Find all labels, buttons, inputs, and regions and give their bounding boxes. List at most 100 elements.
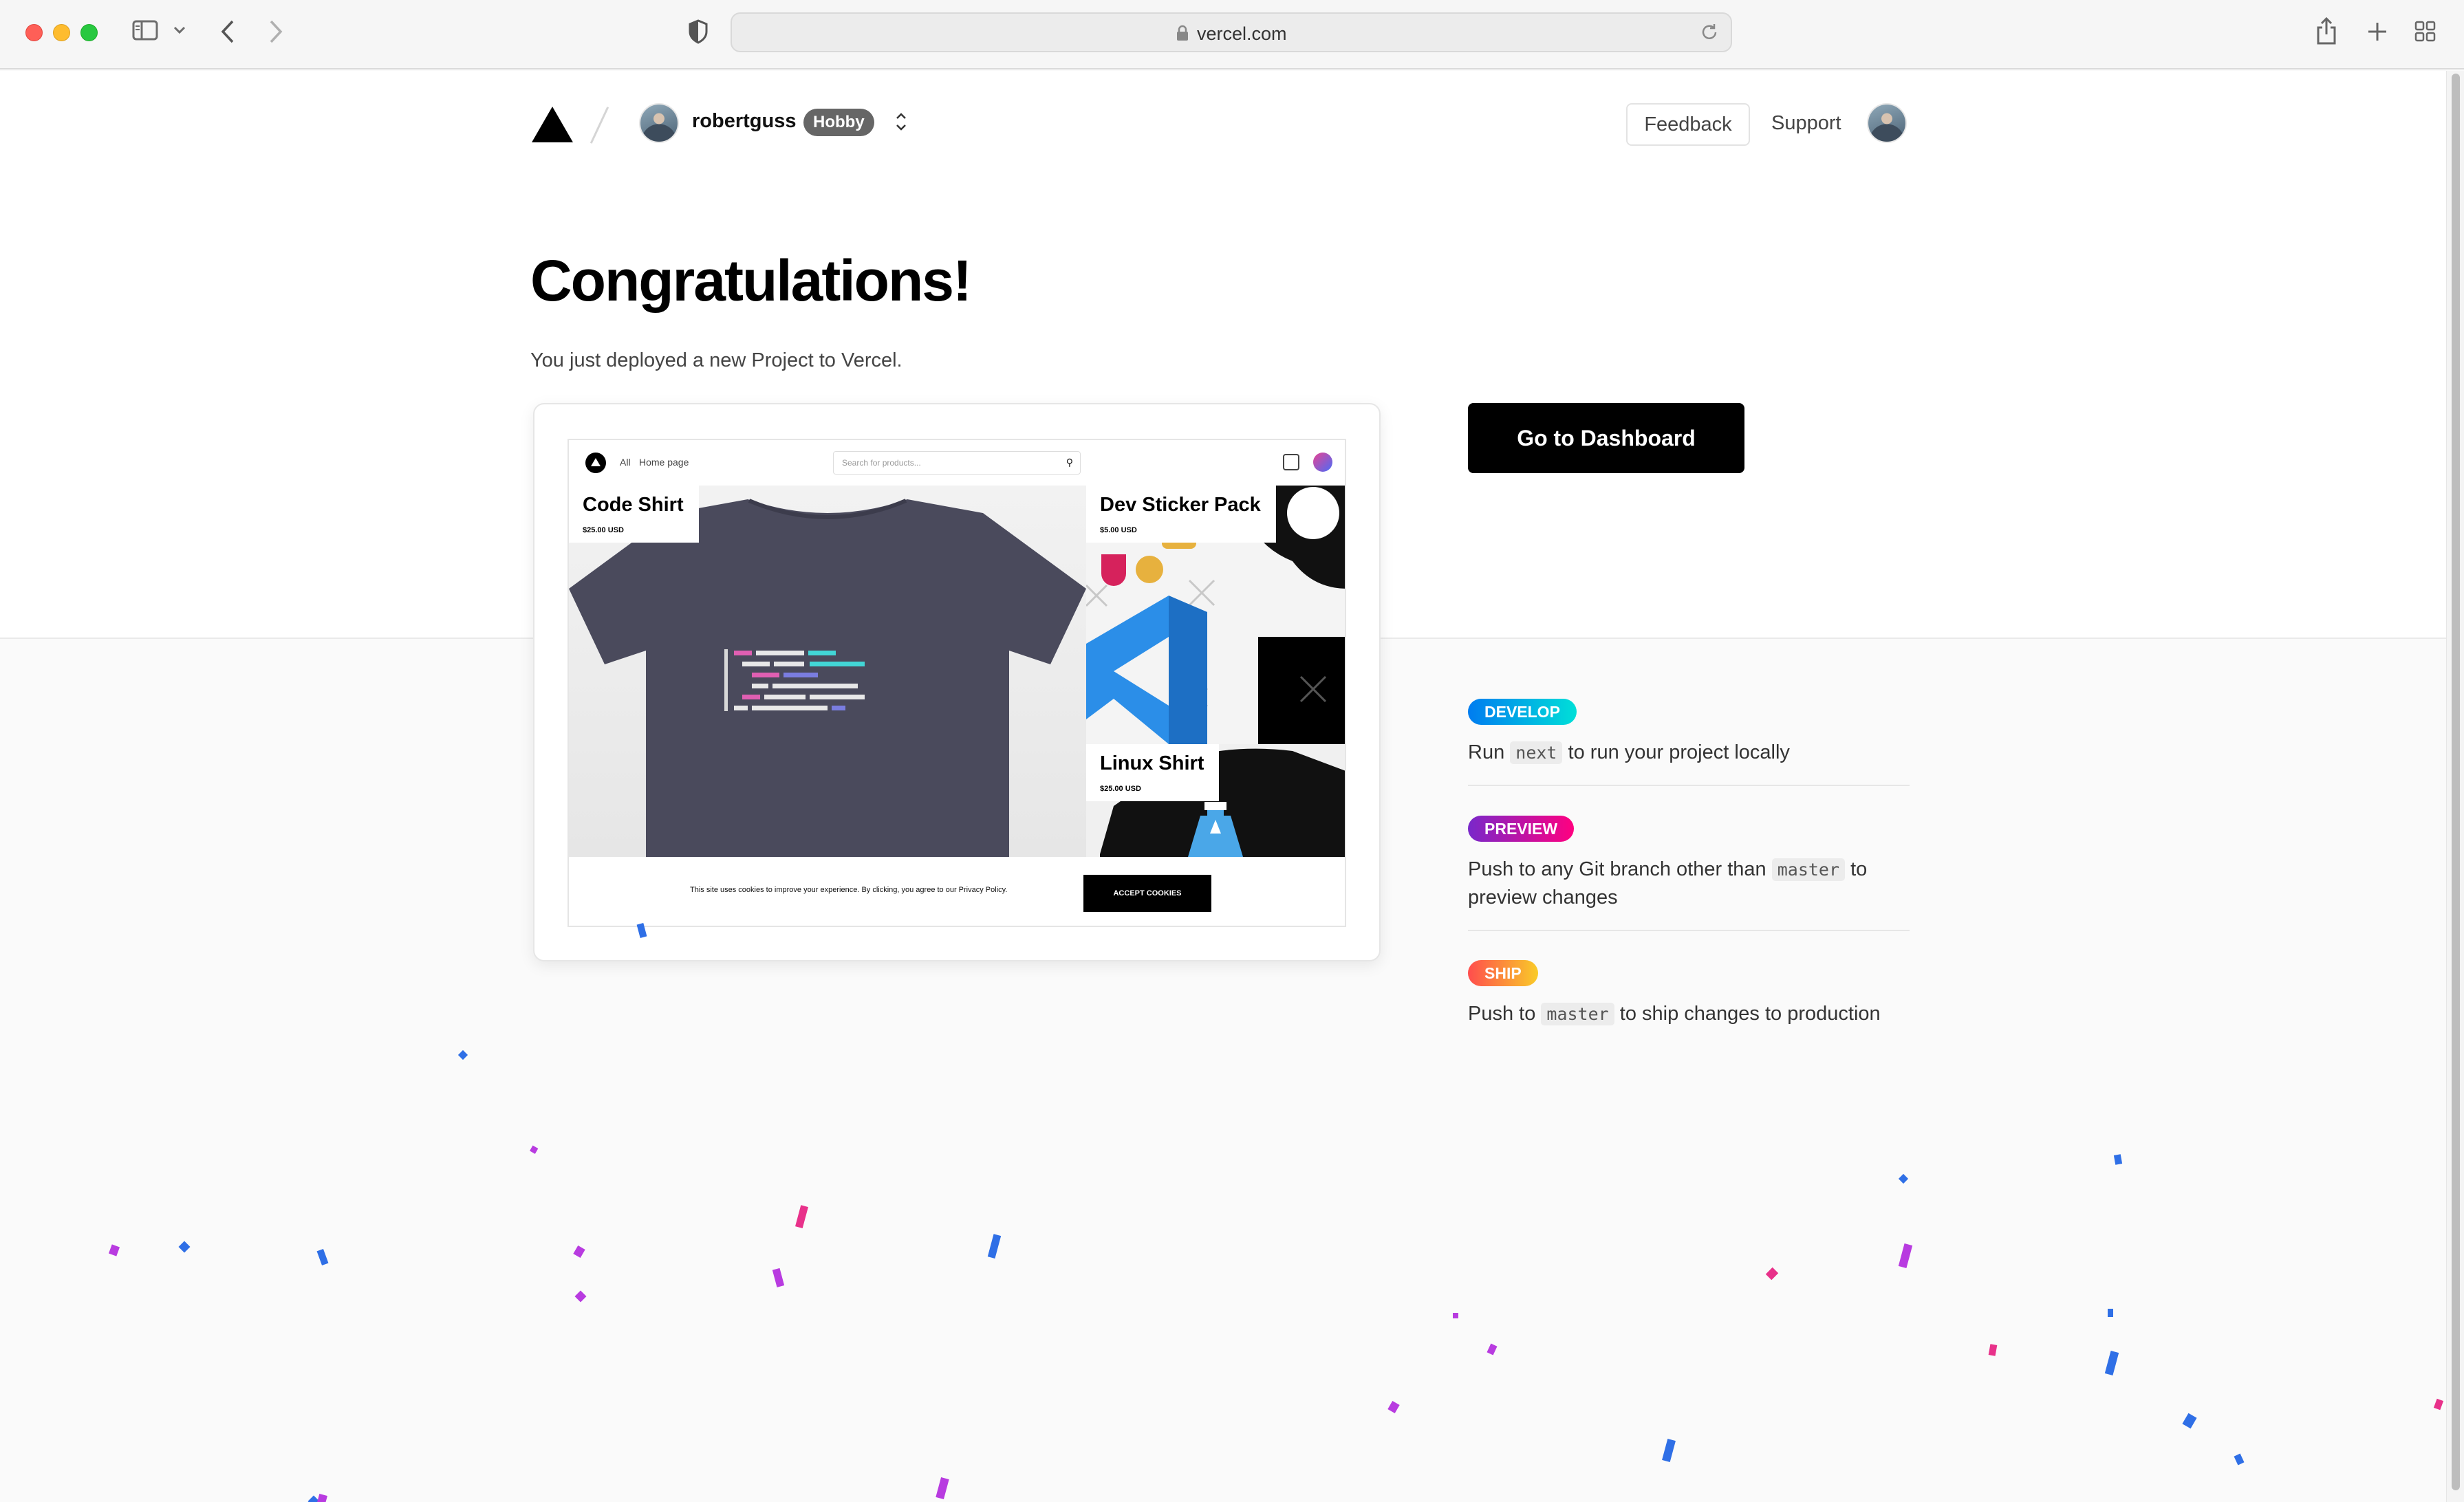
confetti-piece [795,1205,808,1229]
confetti-piece [1988,1344,1998,1356]
reload-icon[interactable] [1699,22,1720,46]
sidebar-toggle-icon[interactable] [132,19,160,41]
preview-badge: PREVIEW [1468,816,1575,842]
preview-nav-all: All [620,457,631,468]
step-develop: DEVELOP Run next to run your project loc… [1468,699,1908,767]
confetti-piece [772,1267,785,1287]
lock-icon [1176,25,1189,45]
cookie-text: This site uses cookies to improve your e… [690,886,1008,894]
confetti-piece [108,1244,120,1256]
confetti-piece [1898,1173,1909,1184]
code-snippet: master [1771,858,1846,881]
confetti-piece [2113,1154,2123,1165]
close-window-button[interactable] [25,24,43,41]
product-price: $25.00 USD [583,526,624,534]
confetti-piece [2234,1453,2245,1466]
product-tile-sticker-pack: Dev Sticker Pack $5.00 USD [1086,486,1345,744]
step-preview: PREVIEW Push to any Git branch other tha… [1468,816,1908,912]
product-name: Dev Sticker Pack [1100,494,1261,516]
preview-search-input: Search for products... ⚲ [833,451,1081,475]
support-link[interactable]: Support [1771,112,1841,135]
feedback-button[interactable]: Feedback [1626,103,1750,146]
zoom-window-button[interactable] [80,24,98,41]
team-switcher-chevrons-icon[interactable] [893,111,909,133]
preview-avatar [1313,453,1332,472]
code-snippet: master [1541,1003,1614,1025]
product-label: Code Shirt $25.00 USD [569,486,699,543]
plan-badge: Hobby [803,109,874,136]
confetti-piece [307,1495,320,1502]
divider [1468,930,1910,931]
step-text: to run your project locally [1562,741,1790,763]
confetti-piece [1487,1343,1498,1356]
team-avatar [639,103,679,143]
back-arrow-icon[interactable] [220,19,235,44]
url-text: vercel.com [1197,23,1287,44]
address-bar[interactable]: vercel.com [731,12,1732,52]
page-scrollbar[interactable] [2446,71,2464,1502]
go-to-dashboard-button[interactable]: Go to Dashboard [1468,403,1744,473]
confetti-piece [1662,1438,1676,1463]
store-logo-icon [585,453,606,473]
vercel-logo-icon[interactable] [532,107,573,142]
product-label: Linux Shirt $25.00 USD [1086,744,1220,801]
confetti-piece [2182,1413,2197,1429]
confetti-piece [1898,1243,1913,1268]
step-text: Run [1468,741,1511,763]
confetti-piece [457,1049,468,1060]
cookie-banner: This site uses cookies to improve your e… [569,857,1345,926]
product-tile-code-shirt: Code Shirt $25.00 USD [569,486,1086,857]
new-tab-plus-icon[interactable] [2366,21,2388,43]
step-ship: SHIP Push to master to ship changes to p… [1468,960,1908,1028]
deployment-preview-card[interactable]: All Home page Search for products... ⚲ C… [533,403,1381,961]
confetti-piece [987,1234,1002,1259]
code-snippet: next [1510,741,1563,764]
product-name: Linux Shirt [1100,752,1204,774]
product-name: Code Shirt [583,494,684,516]
page-subtitle: You just deployed a new Project to Verce… [530,349,903,371]
confetti-piece [1387,1400,1400,1414]
chevron-down-icon[interactable] [173,26,186,34]
confetti-piece [314,1493,327,1502]
deployment-screenshot: All Home page Search for products... ⚲ C… [568,439,1346,927]
product-price: $5.00 USD [1100,526,1137,534]
ship-badge: SHIP [1468,960,1538,986]
minimize-window-button[interactable] [53,24,70,41]
confetti-piece [2104,1351,2119,1375]
confetti-piece [1453,1313,1458,1318]
develop-description: Run next to run your project locally [1468,739,1908,767]
page-content: robertguss Hobby Feedback Support Congra… [0,71,2446,1502]
confetti-piece [2108,1309,2113,1317]
search-icon: ⚲ [1066,457,1073,468]
preview-search-placeholder: Search for products... [842,458,921,468]
browser-toolbar: vercel.com [0,0,2464,69]
step-text: Push to any Git branch other than [1468,858,1772,880]
page-title: Congratulations! [530,248,972,313]
tab-overview-icon[interactable] [2414,21,2436,43]
confetti-piece [2433,1398,2444,1411]
develop-badge: DEVELOP [1468,699,1577,725]
cart-icon [1283,454,1299,470]
divider [1468,785,1910,786]
preview-nav-home: Home page [639,457,689,468]
accept-cookies-button: ACCEPT COOKIES [1083,875,1211,912]
share-icon[interactable] [2315,17,2337,45]
user-avatar[interactable] [1867,103,1907,143]
confetti-piece [574,1290,587,1303]
forward-arrow-icon[interactable] [268,19,283,44]
preview-navbar: All Home page Search for products... ⚲ [569,440,1345,486]
product-tile-linux-shirt: Linux Shirt $25.00 USD [1086,744,1345,857]
confetti-pieces [108,923,2444,1502]
step-text: Push to [1468,1003,1542,1025]
confetti-piece [573,1245,585,1259]
privacy-shield-icon[interactable] [688,19,709,44]
ship-description: Push to master to ship changes to produc… [1468,1000,1908,1028]
confetti-piece [530,1145,539,1154]
confetti-piece [316,1248,329,1266]
scrollbar-thumb[interactable] [2452,74,2460,1490]
team-name[interactable]: robertguss [692,110,796,133]
product-label: Dev Sticker Pack $5.00 USD [1086,486,1276,543]
confetti-piece [1765,1267,1779,1281]
step-text: to ship changes to production [1614,1003,1881,1025]
product-price: $25.00 USD [1100,785,1141,793]
